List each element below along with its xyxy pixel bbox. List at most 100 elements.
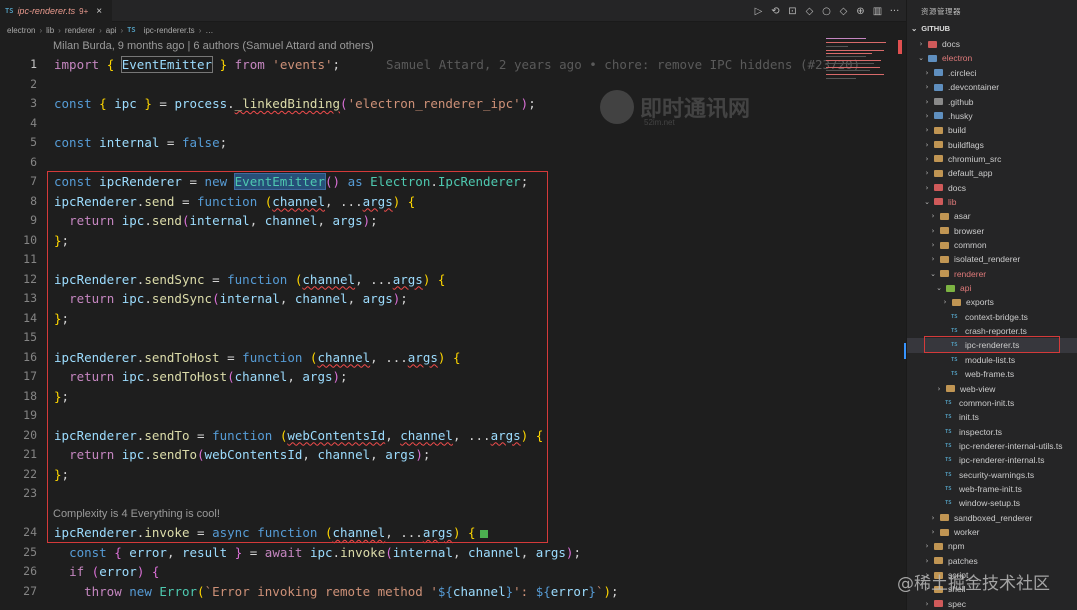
file-item[interactable]: TS inspector.ts: [907, 424, 1077, 438]
folder-item[interactable]: › default_app: [907, 166, 1077, 180]
tree-item-label: common: [954, 240, 987, 251]
codelens-blame[interactable]: Milan Burda, 9 months ago | 6 authors (S…: [53, 40, 374, 52]
folder-item[interactable]: › browser: [907, 224, 1077, 238]
code-line[interactable]: 5 const internal = false;: [0, 133, 820, 153]
folder-item[interactable]: › patches: [907, 554, 1077, 568]
folder-item[interactable]: › build: [907, 123, 1077, 137]
file-item[interactable]: TS web-frame-init.ts: [907, 482, 1077, 496]
code-line[interactable]: 3 const { ipc } = process._linkedBinding(…: [0, 94, 820, 114]
line-number: 3: [30, 96, 37, 110]
folder-item[interactable]: › spec: [907, 597, 1077, 610]
history-icon[interactable]: ⟲: [770, 6, 781, 17]
folder-icon: [940, 514, 949, 522]
git-next-icon[interactable]: ◇: [838, 6, 849, 17]
tree-item-label: .husky: [948, 110, 973, 121]
code-text: const { error, result } = await ipc.invo…: [69, 544, 581, 560]
file-item[interactable]: TS module-list.ts: [907, 353, 1077, 367]
breadcrumb-item[interactable]: lib: [46, 26, 54, 35]
chevron-right-icon: ›: [937, 384, 941, 393]
blame-toggle-icon[interactable]: ⊕: [855, 6, 866, 17]
breadcrumb-item[interactable]: renderer: [65, 26, 95, 35]
git-prev-icon[interactable]: ◇: [804, 6, 815, 17]
tree-item-label: chromium_src: [948, 153, 1002, 164]
folder-item[interactable]: › chromium_src: [907, 152, 1077, 166]
editor-area: TS ipc-renderer.ts 9+ × ▷ ⟲ ⊡ ◇ ○ ◇ ⊕ ▥ …: [0, 0, 906, 610]
chevron-right-icon: ›: [931, 226, 935, 235]
breadcrumb-item[interactable]: electron: [7, 26, 35, 35]
folder-item[interactable]: › .husky: [907, 109, 1077, 123]
compare-icon[interactable]: ⊡: [787, 6, 798, 17]
code-text: const internal = false;: [54, 135, 228, 150]
line-number: 10: [23, 232, 37, 247]
folder-icon: [934, 126, 943, 134]
git-commit-icon[interactable]: ○: [821, 6, 832, 17]
file-item[interactable]: TS context-bridge.ts: [907, 310, 1077, 324]
breadcrumb-item[interactable]: …: [205, 26, 213, 35]
folder-item[interactable]: ⌄ renderer: [907, 267, 1077, 281]
minimap[interactable]: [820, 38, 906, 610]
folder-item[interactable]: › .circleci: [907, 66, 1077, 80]
folder-item[interactable]: › asar: [907, 209, 1077, 223]
code-line[interactable]: 2: [0, 75, 820, 95]
typescript-file-icon: TS: [951, 313, 958, 320]
breadcrumb-item[interactable]: api: [106, 26, 117, 35]
folder-item[interactable]: › isolated_renderer: [907, 252, 1077, 266]
tab-ipc-renderer[interactable]: TS ipc-renderer.ts 9+ ×: [0, 0, 112, 22]
file-item[interactable]: TS security-warnings.ts: [907, 468, 1077, 482]
line-number: 15: [23, 330, 37, 344]
file-item[interactable]: TS ipc-renderer-internal-utils.ts: [907, 439, 1077, 453]
folder-item[interactable]: › npm: [907, 539, 1077, 553]
chevron-right-icon: ›: [925, 154, 929, 163]
code-line[interactable]: 4: [0, 114, 820, 134]
code-line[interactable]: 6: [0, 153, 820, 173]
tree-item-label: patches: [948, 555, 978, 566]
folder-item[interactable]: › worker: [907, 525, 1077, 539]
file-item[interactable]: TS window-setup.ts: [907, 496, 1077, 510]
folder-icon: [934, 542, 943, 550]
tree-item-label: buildflags: [948, 139, 984, 150]
folder-item[interactable]: › buildflags: [907, 137, 1077, 151]
explorer-section-header[interactable]: ⌄ GITHUB: [911, 24, 950, 33]
run-icon[interactable]: ▷: [753, 6, 764, 17]
file-item[interactable]: TS web-frame.ts: [907, 367, 1077, 381]
tree-item-label: exports: [966, 297, 994, 308]
file-item[interactable]: TS ipc-renderer-internal.ts: [907, 453, 1077, 467]
more-actions-icon[interactable]: ···: [889, 6, 900, 17]
chevron-right-icon: ›: [919, 40, 923, 49]
tree-item-label: .github: [948, 96, 974, 107]
typescript-file-icon: TS: [951, 356, 958, 363]
tree-item-label: lib: [948, 196, 957, 207]
folder-icon: [940, 528, 949, 536]
folder-item[interactable]: › .github: [907, 94, 1077, 108]
file-item[interactable]: TS common-init.ts: [907, 396, 1077, 410]
file-item[interactable]: TS init.ts: [907, 410, 1077, 424]
split-editor-icon[interactable]: ▥: [872, 6, 883, 17]
typescript-file-icon: TS: [945, 500, 952, 507]
tree-item-label: isolated_renderer: [954, 254, 1021, 265]
tree-item-label: renderer: [954, 268, 987, 279]
code-line[interactable]: 25 const { error, result } = await ipc.i…: [0, 543, 820, 563]
code-text: import { EventEmitter } from 'events'; Sa…: [54, 56, 861, 73]
folder-item[interactable]: ⌄ api: [907, 281, 1077, 295]
folder-icon: [934, 98, 943, 106]
tab-label: ipc-renderer.ts: [17, 6, 76, 16]
folder-item[interactable]: › common: [907, 238, 1077, 252]
folder-icon: [934, 141, 943, 149]
folder-item[interactable]: ⌄ lib: [907, 195, 1077, 209]
chevron-right-icon: ›: [925, 556, 929, 565]
breadcrumb-item[interactable]: ipc-renderer.ts: [144, 26, 195, 35]
typescript-file-icon: TS: [945, 442, 952, 449]
close-icon[interactable]: ×: [96, 6, 102, 17]
folder-item[interactable]: › exports: [907, 295, 1077, 309]
folder-item[interactable]: › web-view: [907, 381, 1077, 395]
folder-item[interactable]: › .devcontainer: [907, 80, 1077, 94]
folder-icon: [946, 284, 955, 292]
folder-item[interactable]: › sandboxed_renderer: [907, 511, 1077, 525]
tree-item-label: default_app: [948, 168, 993, 179]
code-line[interactable]: 27 throw new Error(`Error invoking remot…: [0, 582, 820, 602]
folder-item[interactable]: ⌄ electron: [907, 51, 1077, 65]
folder-item[interactable]: › docs: [907, 37, 1077, 51]
code-line[interactable]: 1 import { EventEmitter } from 'events'; S…: [0, 55, 860, 75]
folder-item[interactable]: › docs: [907, 181, 1077, 195]
code-line[interactable]: 26 if (error) {: [0, 562, 820, 582]
